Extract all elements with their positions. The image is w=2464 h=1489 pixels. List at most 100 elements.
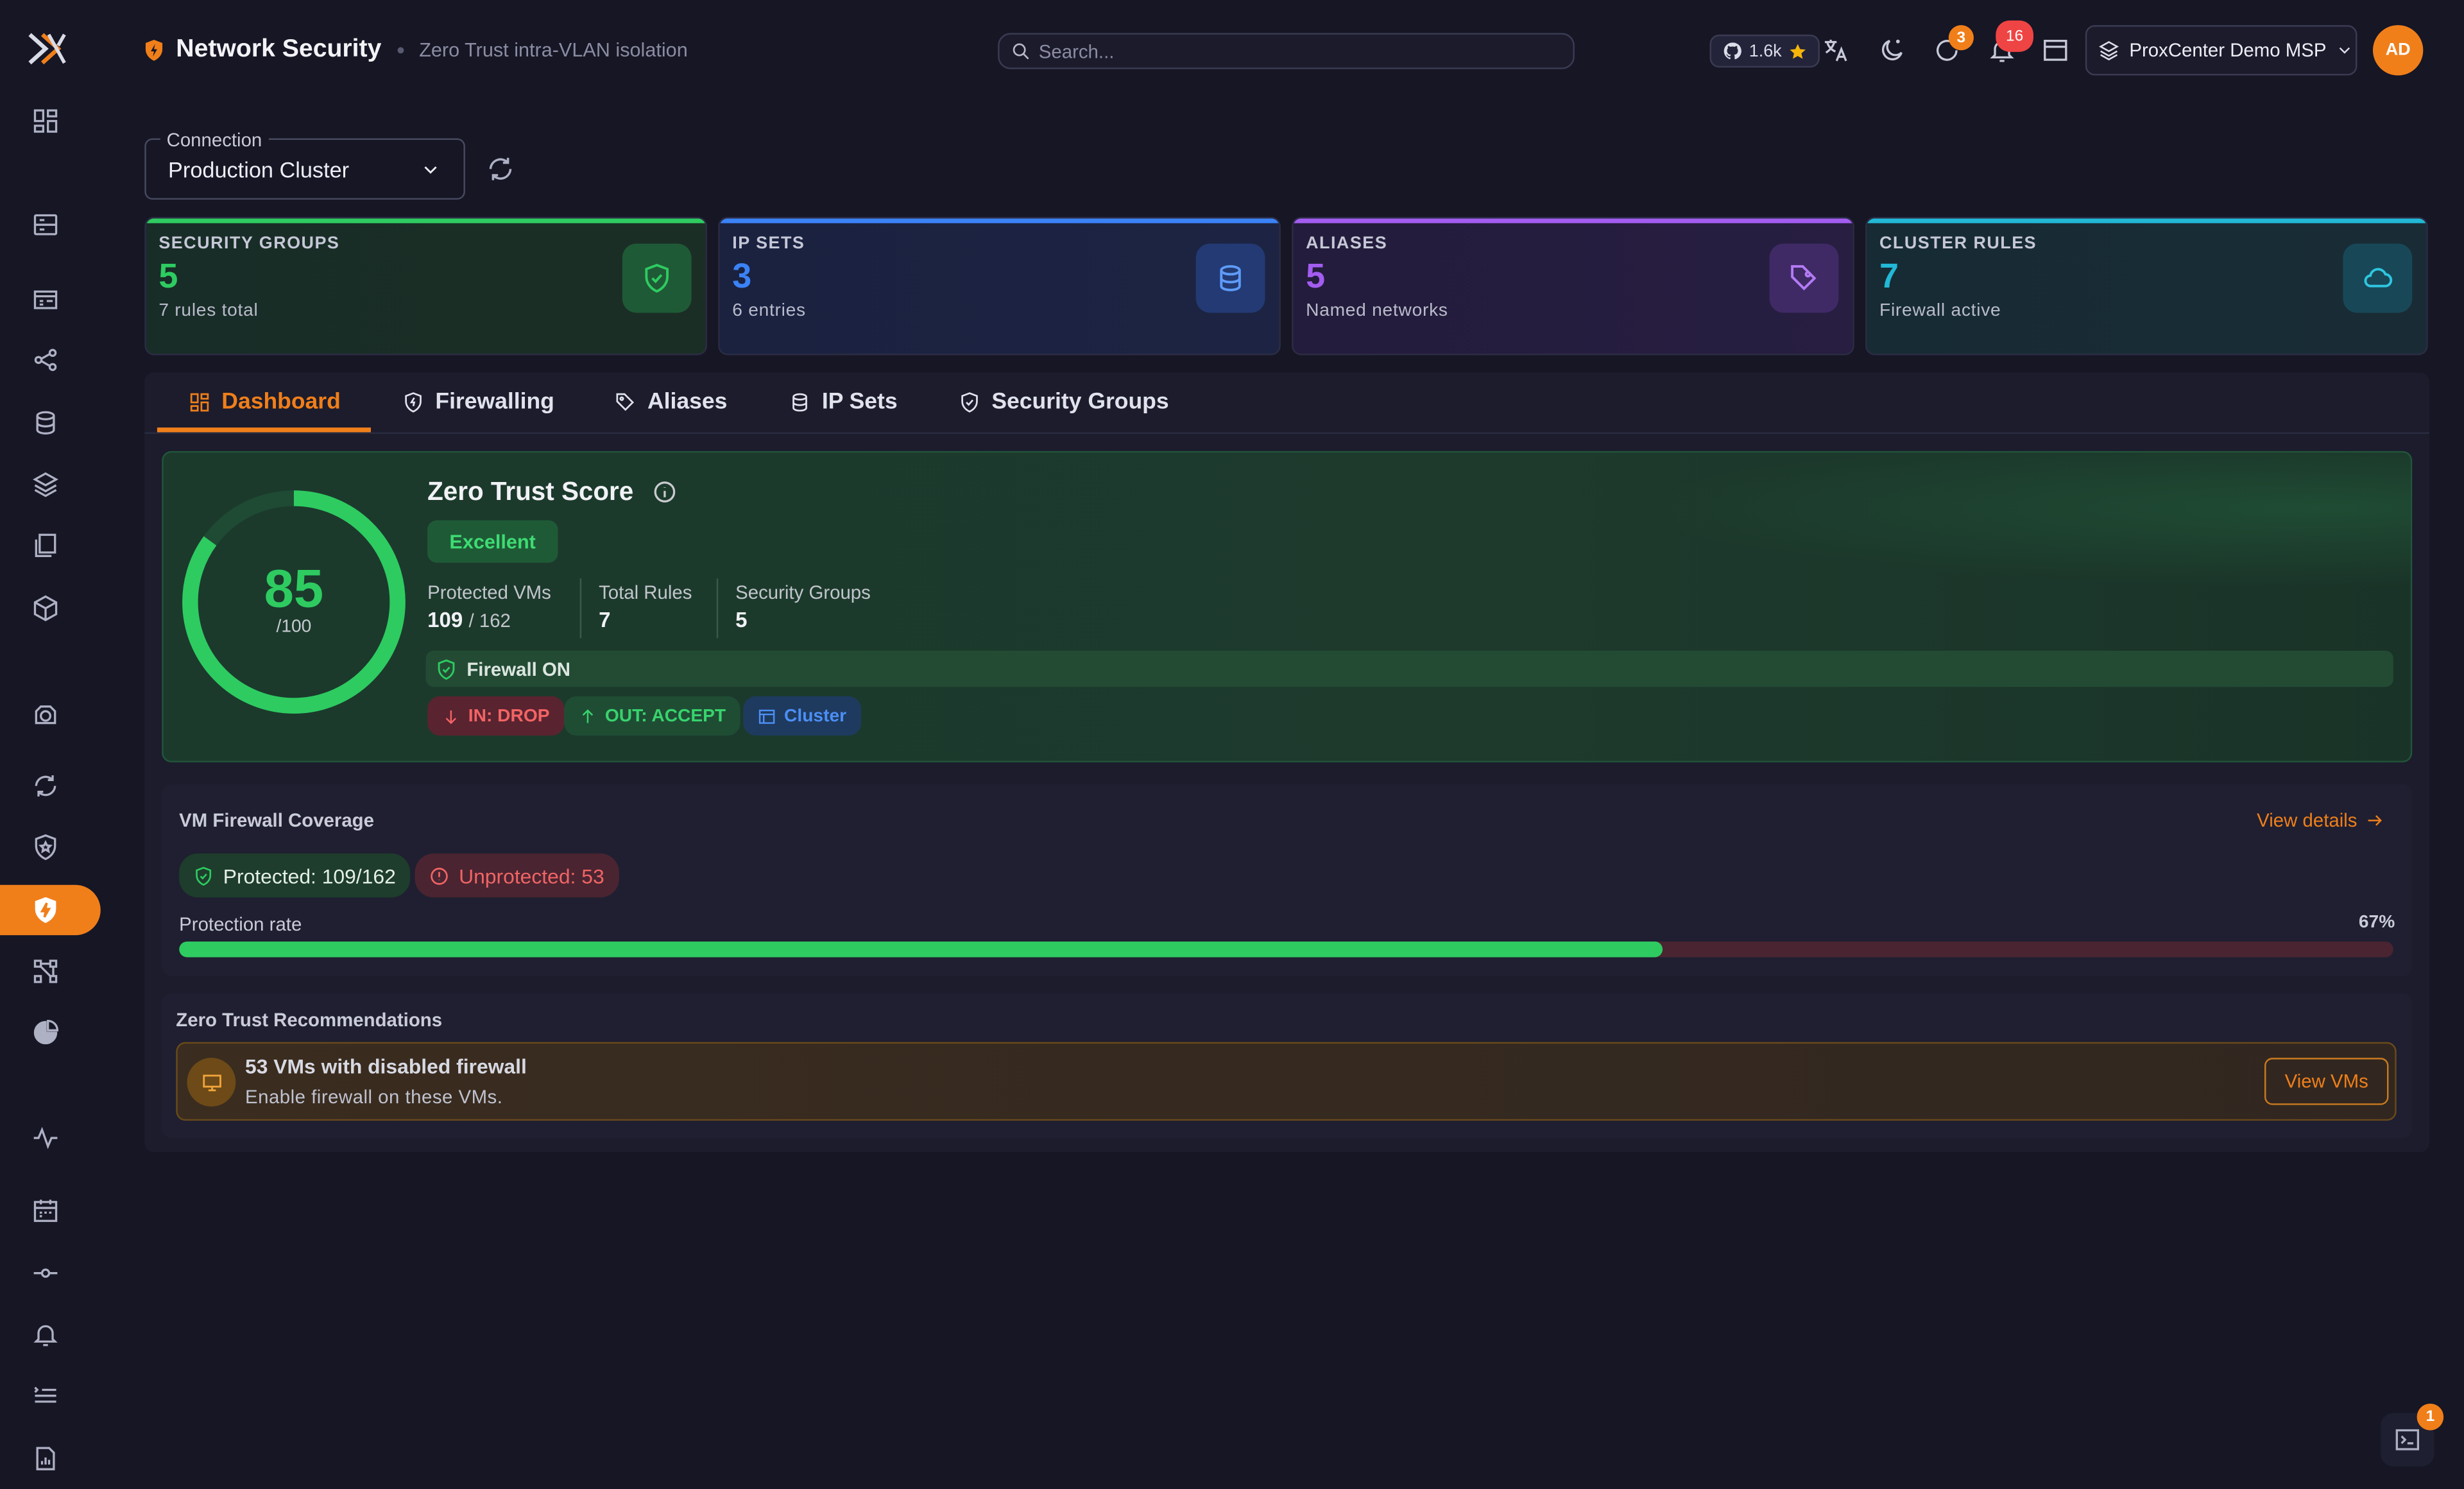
stat-label: CLUSTER RULES: [1879, 234, 2037, 254]
network-security-icon[interactable]: [28, 893, 63, 927]
recommendations-title: Zero Trust Recommendations: [176, 1009, 443, 1031]
monitor-icon: [187, 1058, 236, 1107]
audit-report-icon[interactable]: [28, 1442, 63, 1476]
cube-icon[interactable]: [28, 591, 63, 626]
layers-icon[interactable]: [28, 467, 63, 501]
network-icon[interactable]: [28, 343, 63, 377]
storage-icon[interactable]: [28, 281, 63, 316]
metric-divider: [579, 578, 582, 639]
reports-pie-icon[interactable]: [28, 1015, 63, 1050]
shield-icon: [405, 392, 422, 413]
stat-sub: 6 entries: [732, 302, 806, 321]
layers-icon: [2099, 41, 2119, 61]
active-tab-underline: [157, 427, 371, 433]
templates-icon[interactable]: [28, 528, 63, 563]
protection-rate-value: 67%: [2358, 913, 2395, 933]
stat-card-cluster-rules[interactable]: CLUSTER RULES 7 Firewall active: [1865, 216, 2428, 356]
view-vms-button[interactable]: View VMs: [2264, 1058, 2389, 1105]
metric-total: / 162: [468, 610, 511, 632]
stat-label: IP SETS: [732, 234, 805, 254]
unprotected-text: Unprotected: 53: [459, 863, 604, 888]
alert-circle-icon: [431, 866, 448, 884]
tenant-selector[interactable]: ProxCenter Demo MSP: [2085, 25, 2357, 76]
task-list-icon[interactable]: [28, 1379, 63, 1413]
stat-card-security-groups[interactable]: SECURITY GROUPS 5 7 rules total: [144, 216, 708, 356]
proxcenter-logo[interactable]: [27, 31, 68, 66]
theme-toggle-icon[interactable]: [1876, 35, 1908, 66]
stat-sub: Firewall active: [1879, 302, 2001, 321]
view-details-link[interactable]: View details: [2257, 809, 2384, 832]
metric-divider: [716, 578, 719, 639]
topology-icon[interactable]: [28, 954, 63, 989]
search-box[interactable]: [998, 33, 1575, 69]
metric-value: 7: [599, 608, 611, 632]
tab-security-groups[interactable]: Security Groups: [959, 372, 1169, 432]
search-input[interactable]: [1038, 40, 1542, 62]
stat-label: ALIASES: [1306, 234, 1388, 254]
main-panel: Dashboard Firewalling Aliases IP Sets Se…: [144, 372, 2430, 1153]
recommendations-card: Zero Trust Recommendations 53 VMs with d…: [162, 993, 2413, 1139]
activity-icon[interactable]: [28, 1121, 63, 1155]
recommendation-heading: 53 VMs with disabled firewall: [245, 1054, 527, 1079]
tab-firewalling[interactable]: Firewalling: [402, 372, 554, 432]
stat-sub: 7 rules total: [158, 302, 259, 321]
star-icon: [1789, 43, 1806, 58]
sync-icon[interactable]: [28, 769, 63, 804]
inventory-icon[interactable]: [28, 207, 63, 242]
rating-badge: Excellent: [427, 520, 558, 563]
user-avatar[interactable]: AD: [2372, 25, 2424, 76]
score-value: 85: [264, 559, 324, 619]
page-subtitle: Zero Trust intra-VLAN isolation: [419, 39, 688, 62]
tab-dashboard[interactable]: Dashboard: [189, 372, 341, 432]
stat-card-aliases[interactable]: ALIASES 5 Named networks: [1292, 216, 1854, 356]
calendar-icon[interactable]: [28, 1193, 63, 1228]
metric-label: Security Groups: [735, 581, 871, 604]
metric-label: Protected VMs: [427, 581, 551, 604]
dashboard-icon[interactable]: [28, 104, 63, 139]
shield-star-icon[interactable]: [28, 830, 63, 865]
translate-icon[interactable]: [1820, 35, 1851, 66]
database-icon: [1195, 243, 1265, 313]
tab-aliases[interactable]: Aliases: [615, 372, 728, 432]
stat-card-ip-sets[interactable]: IP SETS 3 6 entries: [718, 216, 1281, 356]
bell-icon[interactable]: [28, 1317, 63, 1352]
score-max: /100: [276, 617, 312, 637]
top-bar: Network Security Zero Trust intra-VLAN i…: [101, 0, 2464, 104]
tab-bar: Dashboard Firewalling Aliases IP Sets Se…: [144, 372, 2430, 434]
arrow-up-icon: [582, 708, 594, 723]
tab-label: Aliases: [647, 390, 728, 415]
scope-text: Cluster: [784, 706, 847, 726]
metric-label: Total Rules: [599, 581, 692, 604]
github-stars-count: 1.6k: [1749, 41, 1782, 61]
zero-trust-title: Zero Trust Score: [427, 478, 634, 506]
metric-total-rules: Total Rules 7: [599, 581, 692, 632]
terminal-icon: [2395, 1429, 2420, 1450]
tab-ip-sets[interactable]: IP Sets: [789, 372, 898, 432]
title-separator: [397, 47, 404, 54]
tag-icon: [616, 393, 635, 411]
stat-accent-line: [146, 218, 706, 223]
refresh-icon[interactable]: [486, 154, 516, 184]
database-icon[interactable]: [28, 406, 63, 440]
policy-out-text: OUT: ACCEPT: [604, 706, 726, 726]
tag-icon: [1769, 243, 1839, 313]
connection-label: Connection: [160, 128, 269, 151]
metric-protected-vms: Protected VMs 109 / 162: [427, 581, 551, 632]
protected-text: Protected: 109/162: [223, 863, 396, 888]
chevron-down-icon: [424, 165, 437, 173]
layout-icon[interactable]: [2040, 35, 2071, 66]
search-icon: [1013, 43, 1029, 60]
github-stars-badge[interactable]: 1.6k: [1709, 34, 1820, 68]
arrow-right-icon: [2368, 815, 2382, 826]
info-icon[interactable]: [652, 479, 677, 504]
unprotected-badge: Unprotected: 53: [415, 853, 619, 898]
protection-rate-fill: [179, 941, 1663, 958]
commit-icon[interactable]: [28, 1256, 63, 1291]
notifications-count-badge: 16: [1996, 20, 2034, 52]
stat-accent-line: [1867, 218, 2427, 223]
firewall-status-bar: Firewall ON: [425, 650, 2393, 687]
protection-rate-bar: [179, 941, 2393, 958]
github-icon: [1724, 42, 1741, 60]
monitoring-icon[interactable]: [28, 696, 63, 731]
stat-accent-line: [719, 218, 1279, 223]
